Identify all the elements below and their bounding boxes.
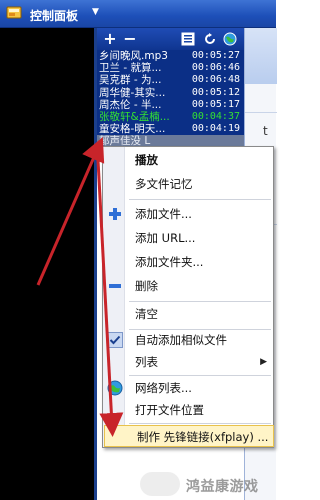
playlist-row[interactable]: 周杰伦 - 半... 00:05:17: [97, 99, 244, 111]
playlist-panel: + − 乡间晚风.mp3 00:05:27 卫兰 - 就算... 00:06:4…: [97, 28, 244, 160]
chevron-down-icon[interactable]: ▼: [92, 7, 99, 17]
playlist-row[interactable]: 吴克群 - 为... 00:06:48: [97, 74, 244, 86]
menu-item-clear[interactable]: 清空: [103, 303, 275, 325]
menu-item-play[interactable]: 播放: [103, 149, 275, 171]
list-view-button[interactable]: [179, 30, 197, 48]
control-panel-icon: [6, 6, 22, 19]
playlist-rows: 乡间晚风.mp3 00:05:27 卫兰 - 就算... 00:06:46 吴克群 …: [97, 50, 244, 148]
menu-item-open-file-location[interactable]: 打开文件位置: [103, 399, 275, 421]
menu-separator: [129, 199, 271, 200]
menu-item-multi-file-memory[interactable]: 多文件记忆: [103, 173, 275, 195]
playlist-row[interactable]: 乡间晚风.mp3 00:05:27: [97, 50, 244, 62]
playlist-context-menu: 播放 多文件记忆 添加文件... 添加 URL... 添加文件夹... 删除 清…: [102, 146, 274, 448]
menu-item-create-xfplay-link[interactable]: 制作 先锋链接(xfplay) ...: [104, 425, 274, 447]
background-text: t: [263, 124, 268, 138]
menu-item-add-file[interactable]: 添加文件...: [103, 203, 275, 225]
playlist-row[interactable]: 卫兰 - 就算... 00:06:46: [97, 62, 244, 74]
menu-separator: [129, 301, 271, 302]
globe-icon: [107, 380, 123, 396]
menu-item-delete[interactable]: 删除: [103, 275, 275, 297]
playlist-row[interactable]: 童安格-明天... 00:04:19: [97, 123, 244, 135]
menu-item-auto-add-similar[interactable]: 自动添加相似文件: [103, 329, 275, 351]
playlist-row-playing[interactable]: 张敬轩&孟楠... 00:04:37: [97, 111, 244, 123]
checkmark-icon: [107, 332, 123, 348]
menu-item-add-url[interactable]: 添加 URL...: [103, 227, 275, 249]
remove-file-button[interactable]: −: [121, 30, 139, 48]
playlist-row[interactable]: 周华健-其实... 00:05:12: [97, 87, 244, 99]
plus-icon: [109, 208, 121, 220]
repeat-button[interactable]: [201, 30, 219, 48]
background-window-header: [245, 28, 277, 84]
video-area[interactable]: [0, 28, 94, 500]
watermark-text: 鸿益康游戏: [186, 479, 259, 495]
title-bar: 控制面板 ▼: [0, 0, 276, 28]
app-title[interactable]: 控制面板: [30, 7, 78, 24]
menu-item-list[interactable]: 列表 ▶: [103, 351, 275, 373]
menu-separator: [129, 423, 271, 424]
submenu-arrow-icon: ▶: [260, 357, 267, 367]
add-file-button[interactable]: +: [101, 30, 119, 48]
playlist-toolbar: + −: [97, 28, 244, 50]
divider: [245, 112, 277, 113]
menu-item-add-folder[interactable]: 添加文件夹...: [103, 251, 275, 273]
globe-icon: [223, 32, 237, 46]
list-icon: [181, 32, 195, 46]
menu-item-network-list[interactable]: 网络列表...: [103, 377, 275, 399]
minus-icon: [109, 284, 121, 288]
network-button[interactable]: [221, 30, 239, 48]
menu-separator: [129, 375, 271, 376]
watermark-logo: [140, 472, 180, 496]
refresh-icon: [205, 33, 215, 44]
